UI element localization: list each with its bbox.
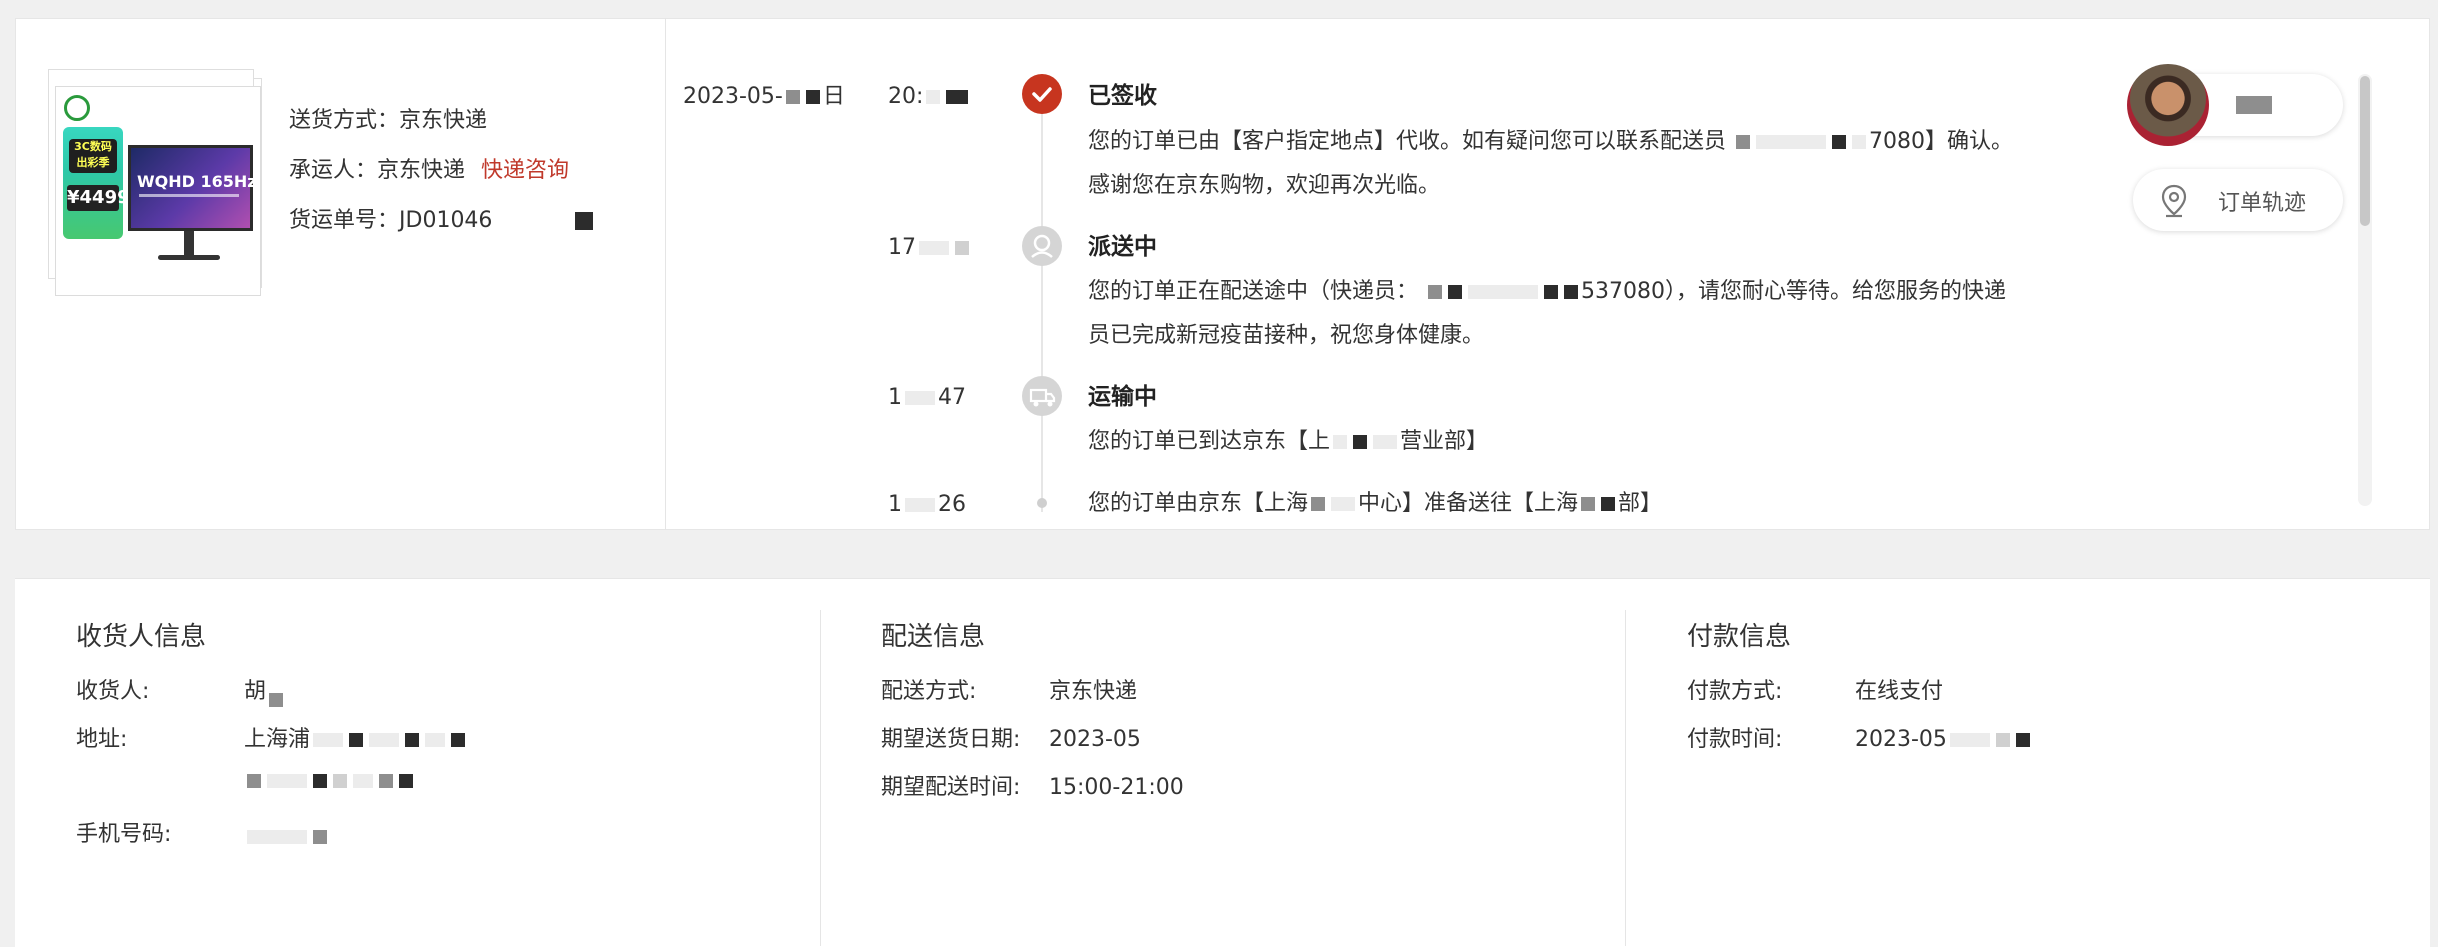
panel-divider (665, 18, 666, 530)
tracking-value: JD01046 (399, 208, 493, 233)
section-divider (1625, 610, 1626, 946)
delivery-time-value: 15:00-21:00 (1049, 775, 1184, 800)
timeline-time-1: 20: (888, 82, 971, 112)
timeline-desc-1: 您的订单已由【客户指定地点】代收。如有疑问您可以联系配送员 7080】确认。 感… (1088, 129, 2014, 198)
payment-method-value: 在线支付 (1855, 679, 1944, 704)
carrier: 承运人：京东快递 快递咨询 (289, 156, 569, 186)
receiver-address-label: 地址: (76, 727, 128, 752)
payment-title: 付款信息 (1687, 622, 1792, 652)
courier-icon (1022, 226, 1062, 266)
payment-time-value: 2023-05 (1855, 725, 2033, 755)
timeline-status-2: 派送中 (1088, 234, 1157, 260)
delivery-time-label: 期望配送时间: (881, 775, 1021, 800)
delivery-date-label: 期望送货日期: (881, 727, 1021, 752)
promo-price: ¥4499 (67, 185, 130, 211)
brand-logo-icon (64, 95, 90, 121)
timeline-desc-3: 您的订单已到达京东【上 营业部】 (1088, 429, 1489, 454)
delivery-title: 配送信息 (881, 622, 986, 652)
timeline-line (1041, 88, 1043, 512)
product-thumbnail[interactable]: 3C数码 出彩季 ¥4499 WQHD 165Hz (40, 60, 266, 296)
timeline-desc-4: 您的订单由京东【上海 中心】准备送往【上海 部】 (1088, 491, 1663, 516)
monitor-icon: WQHD 165Hz (128, 145, 257, 231)
receiver-phone-value (244, 822, 330, 852)
timeline-scrollbar-thumb[interactable] (2360, 76, 2370, 226)
tracking-number: 货运单号：JD01046 (289, 206, 596, 236)
carrier-value: 京东快递 (377, 158, 466, 183)
order-track-button[interactable]: 订单轨迹 (2133, 169, 2343, 231)
section-divider (820, 610, 821, 946)
delivery-method-value: 京东快递 (1049, 679, 1138, 704)
timeline-time-4: 1 26 (888, 492, 966, 517)
delivery-method-value: 京东快递 (399, 108, 488, 133)
delivery-method: 送货方式：京东快递 (289, 106, 487, 136)
tracking-label: 货运单号： (289, 208, 400, 233)
redaction (2236, 96, 2272, 114)
receiver-address-value: 上海浦 (244, 725, 468, 755)
express-consult-link[interactable]: 快递咨询 (481, 158, 569, 183)
product-image: 3C数码 出彩季 ¥4499 WQHD 165Hz (55, 86, 261, 296)
receiver-title: 收货人信息 (76, 622, 207, 652)
timeline-desc-2: 您的订单正在配送途中（快递员： 537080），请您耐心等待。给您服务的快递 员… (1088, 279, 2006, 348)
promo-text: 3C数码 出彩季 (69, 139, 117, 173)
timeline-time-2: 17 (888, 233, 972, 263)
location-pin-icon (2161, 184, 2187, 218)
timeline-entry-4-clip: 1 26 您的订单由京东【上海 中心】准备送往【上海 部】 (15, 488, 2355, 530)
timeline-time-3: 1 47 (888, 385, 966, 410)
monitor-text: WQHD 165Hz (137, 172, 257, 191)
delivery-method-label: 送货方式： (289, 108, 400, 133)
payment-method-label: 付款方式: (1687, 679, 1783, 704)
delivery-method-label: 配送方式: (881, 679, 977, 704)
check-icon (1022, 74, 1062, 114)
avatar[interactable] (2127, 64, 2209, 146)
carrier-label: 承运人： (289, 158, 378, 183)
receiver-address-line2 (244, 766, 416, 796)
delivery-date-value: 2023-05 (1049, 727, 1141, 752)
receiver-phone-label: 手机号码: (76, 822, 172, 847)
order-info-panel (15, 578, 2430, 947)
timeline-status-3: 运输中 (1088, 384, 1157, 410)
promo-banner: 3C数码 出彩季 ¥4499 (63, 127, 130, 239)
receiver-name-label: 收货人: (76, 679, 150, 704)
payment-time-label: 付款时间: (1687, 727, 1783, 752)
timeline-dot (1037, 498, 1047, 508)
truck-icon (1022, 376, 1062, 416)
receiver-name-value: 胡 (244, 677, 286, 707)
timeline-status-1: 已签收 (1088, 83, 1157, 109)
order-track-label: 订单轨迹 (2218, 191, 2307, 216)
redaction (575, 212, 594, 230)
timeline-date-1: 2023-05- 日 (683, 84, 845, 109)
